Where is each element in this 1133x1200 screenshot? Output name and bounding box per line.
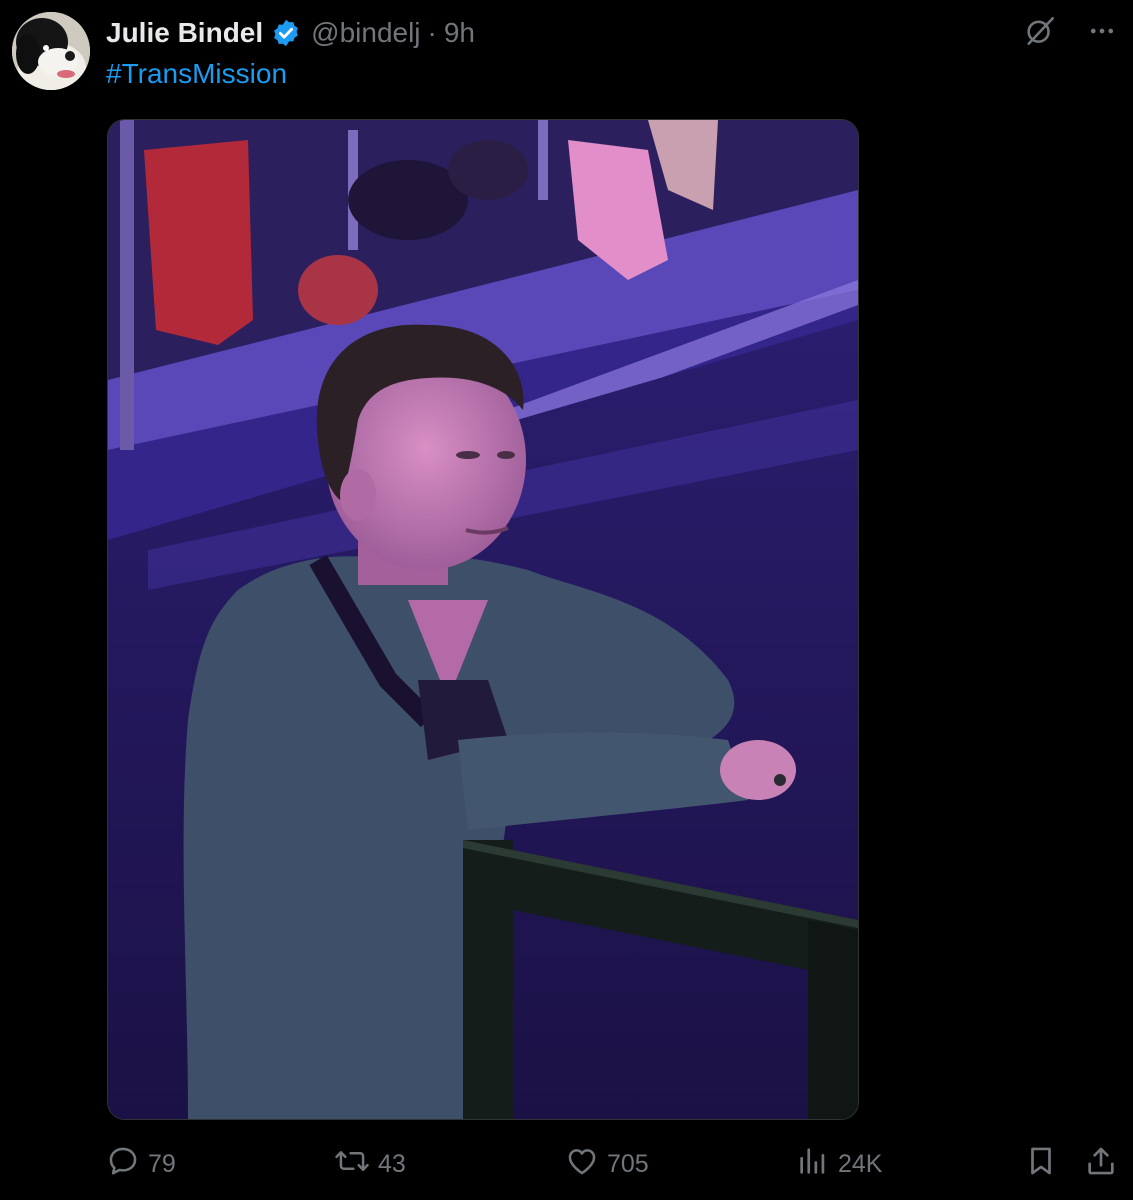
verified-badge-icon (271, 18, 301, 48)
reply-count: 79 (148, 1149, 176, 1178)
like-button[interactable]: 705 (565, 1140, 649, 1188)
views-button[interactable]: 24K (796, 1140, 882, 1188)
repost-count: 43 (378, 1149, 406, 1178)
display-name[interactable]: Julie Bindel (106, 17, 263, 49)
reply-icon (106, 1144, 140, 1185)
views-chart-icon (796, 1144, 830, 1185)
like-count: 705 (607, 1149, 649, 1178)
share-icon (1084, 1144, 1118, 1185)
bookmark-icon (1024, 1144, 1058, 1185)
heart-icon (565, 1144, 599, 1185)
tweet-top-actions (1023, 14, 1117, 48)
avatar[interactable] (12, 12, 90, 90)
tweet[interactable]: Julie Bindel @bindelj · 9h #TransMission (0, 0, 1133, 1200)
separator-dot: · (427, 17, 437, 48)
reply-button[interactable]: 79 (106, 1140, 176, 1188)
handle[interactable]: @bindelj (311, 17, 420, 49)
timestamp[interactable]: 9h (444, 17, 475, 49)
tweet-actions-bar: 79 43 705 24K (0, 1140, 1133, 1188)
tweet-header: Julie Bindel @bindelj · 9h (106, 14, 475, 52)
more-options-icon[interactable] (1087, 16, 1117, 46)
bookmark-button[interactable] (1024, 1140, 1058, 1188)
repost-icon (334, 1144, 370, 1185)
tweet-text-hashtag[interactable]: #TransMission (106, 58, 287, 90)
tweet-photo[interactable] (107, 119, 859, 1120)
share-button[interactable] (1084, 1140, 1118, 1188)
grok-icon[interactable] (1023, 14, 1057, 48)
views-count: 24K (838, 1149, 883, 1178)
repost-button[interactable]: 43 (334, 1140, 406, 1188)
